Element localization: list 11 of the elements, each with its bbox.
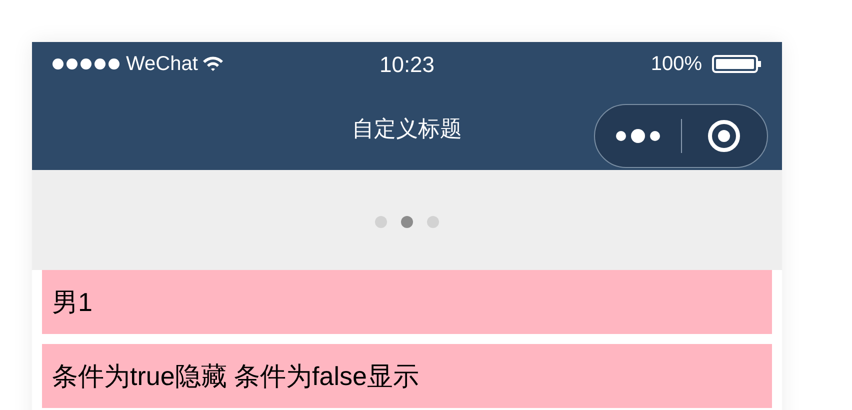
- battery-percent: 100%: [650, 52, 702, 77]
- signal-icon: [52, 58, 122, 70]
- close-icon[interactable]: [707, 119, 742, 153]
- wifi-icon: [202, 56, 224, 72]
- carrier-name: WeChat: [126, 52, 198, 77]
- clock-time: 10:23: [379, 50, 435, 78]
- battery-icon: [712, 54, 762, 74]
- list-item: 男1: [42, 270, 772, 334]
- more-icon[interactable]: [614, 128, 661, 144]
- list-item: 条件为true隐藏 条件为false显示: [42, 344, 772, 408]
- page-title: 自定义标题: [352, 114, 462, 142]
